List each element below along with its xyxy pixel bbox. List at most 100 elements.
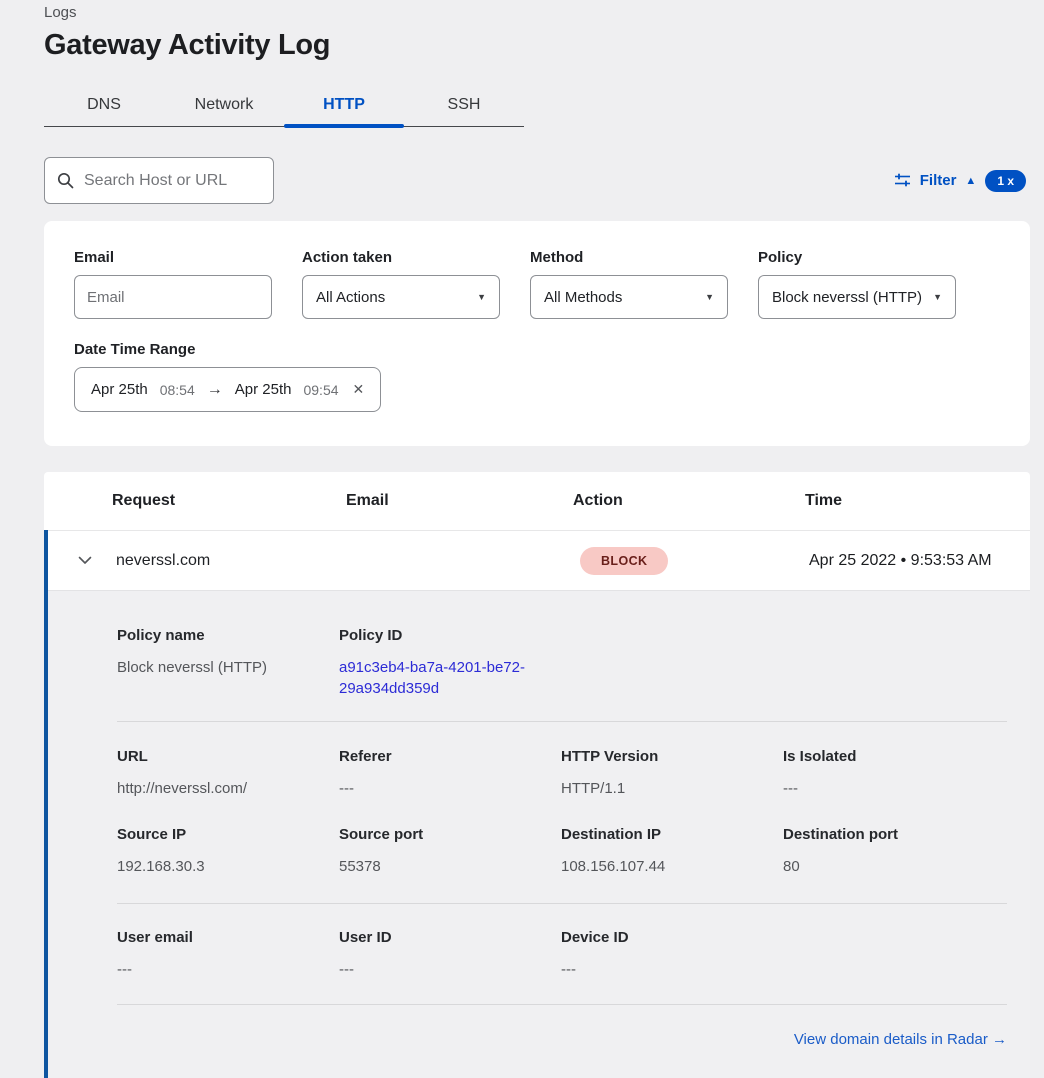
email-filter-label: Email bbox=[74, 249, 272, 266]
network-section: Source IP 192.168.30.3 Source port 55378… bbox=[117, 826, 1007, 877]
filter-sliders-icon[interactable] bbox=[894, 173, 911, 188]
destination-port-value: 80 bbox=[783, 856, 1005, 877]
is-isolated-cell: Is Isolated --- bbox=[783, 748, 1005, 799]
chevron-down-icon: ▼ bbox=[705, 292, 714, 302]
search-filter-row: Filter ▲ 1 x bbox=[44, 157, 1030, 204]
page-title: Gateway Activity Log bbox=[44, 29, 1030, 62]
action-filter-value: All Actions bbox=[316, 289, 385, 306]
policy-filter-select[interactable]: Block neverssl (HTTP) ▼ bbox=[758, 275, 956, 319]
search-box[interactable] bbox=[44, 157, 274, 204]
user-email-value: --- bbox=[117, 959, 339, 980]
destination-port-cell: Destination port 80 bbox=[783, 826, 1005, 877]
method-filter-value: All Methods bbox=[544, 289, 622, 306]
chevron-down-icon: ▼ bbox=[933, 292, 942, 302]
url-value: http://neverssl.com/ bbox=[117, 778, 339, 799]
close-icon[interactable]: ✕ bbox=[353, 381, 365, 398]
device-id-cell: Device ID --- bbox=[561, 929, 783, 980]
url-label: URL bbox=[117, 748, 339, 766]
row-expand-toggle[interactable] bbox=[48, 556, 116, 565]
action-filter-select[interactable]: All Actions ▼ bbox=[302, 275, 500, 319]
source-ip-cell: Source IP 192.168.30.3 bbox=[117, 826, 339, 877]
source-port-value: 55378 bbox=[339, 856, 561, 877]
divider bbox=[117, 721, 1007, 722]
source-port-label: Source port bbox=[339, 826, 561, 844]
email-filter-field: Email bbox=[74, 249, 272, 319]
tab-ssh[interactable]: SSH bbox=[404, 86, 524, 126]
activity-log-table: Request Email Action Time neverssl.com B… bbox=[44, 472, 1030, 1074]
log-entry-details: Policy name Block neverssl (HTTP) Policy… bbox=[48, 590, 1030, 1078]
referer-value: --- bbox=[339, 778, 561, 799]
search-input[interactable] bbox=[84, 172, 261, 190]
table-header-row: Request Email Action Time bbox=[44, 472, 1030, 530]
daterange-field: Date Time Range Apr 25th 08:54 → Apr 25t… bbox=[74, 341, 1000, 412]
is-isolated-label: Is Isolated bbox=[783, 748, 1005, 766]
chevron-down-icon bbox=[78, 556, 92, 565]
page: Logs Gateway Activity Log DNS Network HT… bbox=[0, 0, 1044, 1074]
column-header-action: Action bbox=[573, 492, 805, 510]
block-status-badge: BLOCK bbox=[580, 547, 668, 575]
row-action-cell: BLOCK bbox=[577, 547, 809, 575]
action-filter-field: Action taken All Actions ▼ bbox=[302, 249, 500, 319]
column-header-request: Request bbox=[112, 492, 346, 510]
collapse-caret-icon[interactable]: ▲ bbox=[965, 175, 976, 187]
column-header-time: Time bbox=[805, 492, 1030, 510]
filter-count-badge[interactable]: 1 x bbox=[985, 170, 1026, 192]
daterange-start-time: 08:54 bbox=[160, 382, 195, 398]
referer-label: Referer bbox=[339, 748, 561, 766]
http-version-label: HTTP Version bbox=[561, 748, 783, 766]
radar-details-link[interactable]: View domain details in Radar → bbox=[794, 1031, 1007, 1048]
policy-id-cell: Policy ID a91c3eb4-ba7a-4201-be72-29a934… bbox=[339, 627, 561, 699]
policy-name-cell: Policy name Block neverssl (HTTP) bbox=[117, 627, 339, 699]
expanded-log-entry: neverssl.com BLOCK Apr 25 2022 • 9:53:53… bbox=[44, 530, 1030, 1078]
url-cell: URL http://neverssl.com/ bbox=[117, 748, 339, 799]
destination-port-label: Destination port bbox=[783, 826, 1005, 844]
device-id-label: Device ID bbox=[561, 929, 783, 947]
radar-link-row: View domain details in Radar → bbox=[117, 1031, 1007, 1048]
daterange-label: Date Time Range bbox=[74, 341, 1000, 358]
filter-panel: Email Action taken All Actions ▼ Method … bbox=[44, 221, 1030, 446]
destination-ip-value: 108.156.107.44 bbox=[561, 856, 783, 877]
source-ip-value: 192.168.30.3 bbox=[117, 856, 339, 877]
source-port-cell: Source port 55378 bbox=[339, 826, 561, 877]
policy-filter-field: Policy Block neverssl (HTTP) ▼ bbox=[758, 249, 956, 319]
referer-cell: Referer --- bbox=[339, 748, 561, 799]
tab-dns[interactable]: DNS bbox=[44, 86, 164, 126]
policy-id-link[interactable]: a91c3eb4-ba7a-4201-be72-29a934dd359d bbox=[339, 657, 561, 699]
source-ip-label: Source IP bbox=[117, 826, 339, 844]
method-filter-select[interactable]: All Methods ▼ bbox=[530, 275, 728, 319]
email-filter-input[interactable] bbox=[74, 275, 272, 319]
user-email-cell: User email --- bbox=[117, 929, 339, 980]
method-filter-label: Method bbox=[530, 249, 728, 266]
breadcrumb[interactable]: Logs bbox=[44, 4, 1030, 21]
chevron-down-icon: ▼ bbox=[477, 292, 486, 302]
device-id-value: --- bbox=[561, 959, 783, 980]
filter-field-row: Email Action taken All Actions ▼ Method … bbox=[74, 249, 1000, 319]
filter-controls: Filter ▲ 1 x bbox=[894, 170, 1030, 192]
row-request: neverssl.com bbox=[116, 552, 350, 570]
policy-name-value: Block neverssl (HTTP) bbox=[117, 657, 339, 678]
policy-id-label: Policy ID bbox=[339, 627, 561, 645]
daterange-picker[interactable]: Apr 25th 08:54 → Apr 25th 09:54 ✕ bbox=[74, 367, 381, 412]
daterange-start-date: Apr 25th bbox=[91, 381, 148, 398]
user-id-cell: User ID --- bbox=[339, 929, 561, 980]
destination-ip-label: Destination IP bbox=[561, 826, 783, 844]
user-id-label: User ID bbox=[339, 929, 561, 947]
divider bbox=[117, 1004, 1007, 1005]
column-header-email: Email bbox=[346, 492, 573, 510]
tab-network[interactable]: Network bbox=[164, 86, 284, 126]
tab-bar: DNS Network HTTP SSH bbox=[44, 86, 524, 127]
filter-toggle-label[interactable]: Filter bbox=[920, 172, 957, 189]
daterange-end-time: 09:54 bbox=[303, 382, 338, 398]
is-isolated-value: --- bbox=[783, 778, 1005, 799]
http-version-cell: HTTP Version HTTP/1.1 bbox=[561, 748, 783, 799]
tab-http[interactable]: HTTP bbox=[284, 86, 404, 126]
arrow-right-icon: → bbox=[207, 381, 223, 399]
policy-filter-label: Policy bbox=[758, 249, 956, 266]
table-row[interactable]: neverssl.com BLOCK Apr 25 2022 • 9:53:53… bbox=[48, 530, 1030, 590]
action-filter-label: Action taken bbox=[302, 249, 500, 266]
user-section: User email --- User ID --- Device ID --- bbox=[117, 929, 1007, 980]
search-icon bbox=[57, 172, 74, 189]
user-id-value: --- bbox=[339, 959, 561, 980]
policy-filter-value: Block neverssl (HTTP) bbox=[772, 289, 922, 306]
policy-name-label: Policy name bbox=[117, 627, 339, 645]
